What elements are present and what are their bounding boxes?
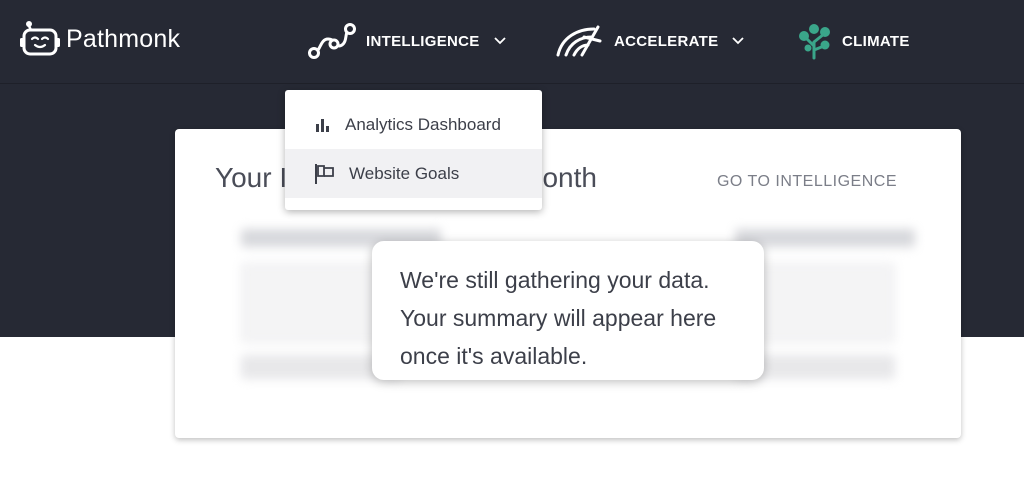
tooltip-line-1: We're still gathering your data. bbox=[400, 267, 710, 293]
menu-item-analytics-dashboard[interactable]: Analytics Dashboard bbox=[285, 100, 542, 149]
tooltip-line-3: once it's available. bbox=[400, 343, 588, 369]
nav-accelerate-label: ACCELERATE bbox=[614, 32, 719, 50]
chevron-down-icon bbox=[732, 37, 745, 45]
bar-chart-icon bbox=[316, 118, 329, 132]
nav-accelerate[interactable]: ACCELERATE bbox=[554, 22, 745, 60]
robot-logo-icon bbox=[20, 21, 60, 56]
nav-intelligence[interactable]: INTELLIGENCE bbox=[308, 22, 506, 60]
intelligence-dropdown-menu: Analytics Dashboard Website Goals bbox=[285, 90, 542, 210]
data-gathering-tooltip: We're still gathering your data. Your su… bbox=[372, 241, 764, 380]
nav-intelligence-label: INTELLIGENCE bbox=[366, 32, 480, 50]
chevron-down-icon bbox=[493, 37, 506, 45]
top-navigation-bar: Pathmonk INTELLIGENCE ACCELERATE CLIMATE bbox=[0, 0, 1024, 84]
nav-climate-label: CLIMATE bbox=[842, 32, 910, 50]
menu-item-website-goals[interactable]: Website Goals bbox=[285, 149, 542, 198]
climate-tree-icon bbox=[799, 24, 830, 60]
tooltip-line-2: Your summary will appear here bbox=[400, 305, 717, 331]
go-to-intelligence-link[interactable]: GO TO INTELLIGENCE bbox=[717, 173, 897, 191]
accelerate-speed-icon bbox=[556, 25, 602, 57]
brand-name: Pathmonk bbox=[66, 24, 181, 53]
menu-item-label: Analytics Dashboard bbox=[345, 114, 501, 134]
menu-item-label: Website Goals bbox=[349, 163, 460, 183]
card-title-left: Your I bbox=[215, 162, 288, 193]
pathmonk-logo[interactable]: Pathmonk bbox=[20, 20, 180, 58]
intelligence-path-icon bbox=[308, 23, 356, 59]
nav-climate[interactable]: CLIMATE bbox=[798, 22, 910, 60]
flag-icon bbox=[315, 163, 334, 184]
